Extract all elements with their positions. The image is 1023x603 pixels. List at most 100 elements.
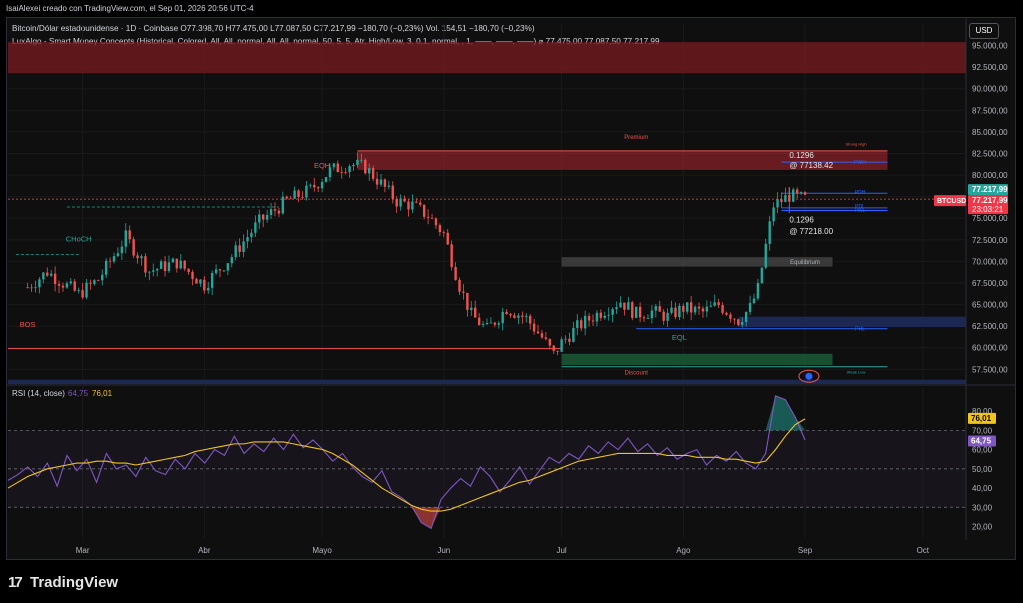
candle-body <box>364 159 367 174</box>
candle-body <box>666 312 669 321</box>
candle-body <box>140 256 143 259</box>
event-flag-dot <box>805 372 813 380</box>
smc-label: PHL <box>855 326 865 332</box>
candle-body <box>576 320 579 328</box>
candle-body <box>599 312 603 318</box>
price-tick-label: 62.500,00 <box>972 322 1008 331</box>
candle-body <box>470 307 473 311</box>
candle-body <box>705 306 709 312</box>
price-tick-label: 82.500,00 <box>972 149 1008 158</box>
price-tick-label: 85.000,00 <box>972 128 1008 137</box>
candle-body <box>646 318 650 319</box>
candle-body <box>38 279 41 288</box>
price-chart[interactable]: 57.500,00 60.000,00 62.500,00 65.000,00 67.5… <box>0 0 1023 603</box>
candle-body <box>226 263 230 271</box>
candle-body <box>580 320 583 329</box>
time-tick-label: Oct <box>917 546 930 555</box>
candle-body <box>623 302 626 310</box>
candle-body <box>693 306 697 313</box>
candle-body <box>383 179 387 187</box>
candle-body <box>717 302 720 306</box>
candle-body <box>603 315 606 318</box>
candle-body <box>713 302 716 306</box>
candle-body <box>799 192 803 194</box>
candle-body <box>320 182 324 189</box>
tradingview-logo[interactable]: 17 TradingView <box>8 574 118 591</box>
logo-text: TradingView <box>30 574 119 591</box>
structure-label: EQH <box>314 161 330 170</box>
rsi-title: RSI (14, close) <box>12 389 65 398</box>
candle-body <box>591 320 595 322</box>
candle-body <box>768 221 771 244</box>
candle-body <box>517 315 520 318</box>
time-tick-label: Mar <box>76 546 90 555</box>
candle-body <box>756 283 760 299</box>
smc-label: Strong High <box>846 142 867 147</box>
candle-body <box>662 311 665 321</box>
smc-label: Equilibrium <box>790 260 820 266</box>
candle-body <box>583 315 587 329</box>
candle-body <box>297 190 300 197</box>
candle-body <box>132 239 135 256</box>
candle-body <box>627 302 630 310</box>
candle-body <box>281 196 285 214</box>
candle-body <box>124 230 127 247</box>
candle-body <box>26 287 29 289</box>
candle-body <box>183 260 186 269</box>
candle-body <box>356 159 359 165</box>
candle-body <box>104 260 108 275</box>
candle-body <box>709 305 712 307</box>
candle-body <box>77 290 80 292</box>
candle-body <box>485 323 489 325</box>
discount-zone <box>561 353 833 366</box>
fib-label: @ 77218.00 <box>789 227 833 236</box>
smc-label: Discount <box>625 371 649 377</box>
candle-body <box>269 209 273 215</box>
candle-body <box>379 179 383 185</box>
candle-body <box>203 279 206 291</box>
rsi-tick-label: 20,00 <box>972 522 993 531</box>
candle-body <box>218 269 222 271</box>
candle-body <box>415 201 418 203</box>
candle-body <box>391 185 394 200</box>
candle-body <box>560 339 563 352</box>
candle-body <box>120 246 124 254</box>
candle-body <box>293 190 296 199</box>
candle-body <box>474 307 477 318</box>
candle-body <box>179 260 182 269</box>
candle-body <box>277 210 281 214</box>
candle-body <box>564 338 567 340</box>
candle-body <box>725 312 728 315</box>
candle-body <box>273 209 277 211</box>
candle-body <box>784 195 787 203</box>
symbol-badge-text: BTCUSD <box>937 198 966 205</box>
candle-body <box>65 283 69 288</box>
candle-body <box>403 198 406 202</box>
structure-label: BOS <box>20 320 36 329</box>
rsi-overbought-fill <box>775 395 786 431</box>
smc-label: Weak Low <box>847 370 866 375</box>
candle-body <box>360 159 363 161</box>
demand-block <box>738 316 966 328</box>
price-tick-label: 95.000,00 <box>972 42 1008 51</box>
candle-body <box>344 172 347 173</box>
price-tick-label: 75.000,00 <box>972 214 1008 223</box>
rsi-last-value: 64,75 <box>68 389 89 398</box>
candle-body <box>489 322 493 324</box>
candle-body <box>316 187 320 189</box>
candle-body <box>587 315 591 321</box>
price-tick-label: 70.000,00 <box>972 257 1008 266</box>
candle-body <box>234 245 237 258</box>
candle-body <box>407 201 410 210</box>
price-tick-label: 57.500,00 <box>972 365 1008 374</box>
fib-label: 0.1296 <box>789 216 814 225</box>
candle-body <box>430 217 434 219</box>
candle-body <box>721 305 724 313</box>
candle-body <box>42 272 45 280</box>
candle-body <box>748 303 752 312</box>
candle-body <box>556 350 559 352</box>
candle-body <box>246 237 249 242</box>
candle-body <box>764 243 767 268</box>
structure-label: CHoCH <box>66 235 92 244</box>
candle-body <box>258 214 261 223</box>
